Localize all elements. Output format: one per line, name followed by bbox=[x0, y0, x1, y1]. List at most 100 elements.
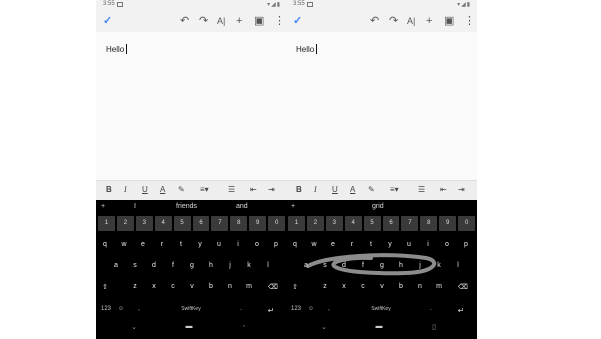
done-check-icon[interactable]: ✓ bbox=[293, 14, 302, 28]
nav-recents-icon[interactable]: ◦ bbox=[239, 323, 249, 330]
more-options-icon[interactable]: ⋮ bbox=[274, 14, 285, 28]
text-format-icon[interactable]: A| bbox=[407, 14, 415, 28]
key-3[interactable]: 3 bbox=[135, 216, 153, 231]
key-6[interactable]: 6 bbox=[192, 216, 210, 231]
key-y[interactable]: y bbox=[195, 241, 205, 248]
symbols-key[interactable]: 123 bbox=[99, 306, 113, 312]
space-bar[interactable]: SwiftKey bbox=[176, 306, 206, 312]
key-u[interactable]: u bbox=[214, 241, 224, 248]
key-z[interactable]: z bbox=[130, 283, 140, 290]
italic-button[interactable]: I bbox=[124, 185, 127, 195]
key-x[interactable]: x bbox=[149, 283, 159, 290]
key-5[interactable]: 5 bbox=[173, 216, 191, 231]
backspace-icon[interactable]: ⌫ bbox=[268, 283, 278, 291]
suggestion-1[interactable]: I bbox=[134, 203, 136, 210]
text-color-button[interactable]: A bbox=[160, 185, 165, 195]
suggestion-2[interactable]: friends bbox=[176, 203, 197, 210]
highlight-icon[interactable]: ✎ bbox=[368, 185, 375, 195]
bold-button[interactable]: B bbox=[106, 185, 112, 195]
backspace-icon[interactable]: ⌫ bbox=[458, 283, 468, 291]
key-n[interactable]: n bbox=[225, 283, 235, 290]
key-t[interactable]: t bbox=[176, 241, 186, 248]
bold-button[interactable]: B bbox=[296, 185, 302, 195]
period-key[interactable]: . bbox=[426, 306, 436, 312]
text-format-icon[interactable]: A| bbox=[217, 14, 225, 28]
redo-icon[interactable]: ↷ bbox=[199, 14, 208, 28]
key-1[interactable]: 1 bbox=[98, 216, 115, 231]
comma-key[interactable]: , bbox=[324, 306, 334, 312]
text-color-button[interactable]: A bbox=[350, 185, 355, 195]
key-j[interactable]: j bbox=[225, 262, 235, 269]
outdent-icon[interactable]: ⇤ bbox=[250, 185, 257, 195]
enter-icon[interactable]: ↵ bbox=[266, 306, 276, 315]
shift-icon[interactable]: ⇧ bbox=[100, 283, 110, 291]
period-key[interactable]: . bbox=[236, 306, 246, 312]
key-x[interactable]: x bbox=[339, 283, 349, 290]
nav-home-pill[interactable]: ▬ bbox=[182, 323, 196, 330]
undo-icon[interactable]: ↶ bbox=[180, 14, 189, 28]
key-z[interactable]: z bbox=[320, 283, 330, 290]
key-h[interactable]: h bbox=[206, 262, 216, 269]
key-g[interactable]: g bbox=[187, 262, 197, 269]
key-a[interactable]: a bbox=[111, 262, 121, 269]
bullet-list-icon[interactable]: ☰ bbox=[418, 185, 425, 195]
nav-back-icon[interactable]: ⌄ bbox=[129, 323, 139, 331]
key-p[interactable]: p bbox=[271, 241, 281, 248]
redo-icon[interactable]: ↷ bbox=[389, 14, 398, 28]
key-e[interactable]: e bbox=[138, 241, 148, 248]
bullet-list-icon[interactable]: ☰ bbox=[228, 185, 235, 195]
key-n[interactable]: n bbox=[415, 283, 425, 290]
key-l[interactable]: l bbox=[263, 262, 273, 269]
document-text[interactable]: Hello bbox=[296, 44, 318, 54]
italic-button[interactable]: I bbox=[314, 185, 317, 195]
shift-icon[interactable]: ⇧ bbox=[290, 283, 300, 291]
insert-icon[interactable]: + bbox=[426, 14, 432, 28]
comment-icon[interactable]: ▣ bbox=[444, 14, 454, 28]
key-c[interactable]: c bbox=[358, 283, 368, 290]
key-9[interactable]: 9 bbox=[249, 216, 267, 231]
comment-icon[interactable]: ▣ bbox=[254, 14, 264, 28]
symbols-key[interactable]: 123 bbox=[289, 306, 303, 312]
outdent-icon[interactable]: ⇤ bbox=[440, 185, 447, 195]
key-o[interactable]: o bbox=[252, 241, 262, 248]
key-0[interactable]: 0 bbox=[268, 216, 286, 231]
key-r[interactable]: r bbox=[157, 241, 167, 248]
more-options-icon[interactable]: ⋮ bbox=[464, 14, 475, 28]
key-f[interactable]: f bbox=[168, 262, 178, 269]
key-q[interactable]: q bbox=[100, 241, 110, 248]
nav-recents-icon[interactable]: ▯ bbox=[429, 323, 439, 331]
key-m[interactable]: m bbox=[434, 283, 444, 290]
comma-key[interactable]: , bbox=[134, 306, 144, 312]
document-body[interactable]: Hello bbox=[96, 32, 287, 180]
key-d[interactable]: d bbox=[149, 262, 159, 269]
key-4[interactable]: 4 bbox=[154, 216, 172, 231]
key-i[interactable]: i bbox=[233, 241, 243, 248]
underline-button[interactable]: U bbox=[332, 185, 338, 195]
key-k[interactable]: k bbox=[244, 262, 254, 269]
highlight-icon[interactable]: ✎ bbox=[178, 185, 185, 195]
align-icon[interactable]: ≡▾ bbox=[390, 185, 399, 195]
document-text[interactable]: Hello bbox=[106, 44, 128, 54]
key-m[interactable]: m bbox=[244, 283, 254, 290]
key-2[interactable]: 2 bbox=[116, 216, 134, 231]
toolbar-expand-icon[interactable]: + bbox=[101, 203, 105, 210]
emoji-icon[interactable]: ☺ bbox=[116, 306, 126, 312]
suggestion-3[interactable]: and bbox=[236, 203, 248, 210]
space-bar[interactable]: SwiftKey bbox=[366, 306, 396, 312]
undo-icon[interactable]: ↶ bbox=[370, 14, 379, 28]
enter-icon[interactable]: ↵ bbox=[456, 306, 466, 315]
underline-button[interactable]: U bbox=[142, 185, 148, 195]
emoji-icon[interactable]: ☺ bbox=[306, 306, 316, 312]
done-check-icon[interactable]: ✓ bbox=[103, 14, 112, 28]
key-b[interactable]: b bbox=[396, 283, 406, 290]
indent-icon[interactable]: ⇥ bbox=[458, 185, 465, 195]
key-b[interactable]: b bbox=[206, 283, 216, 290]
key-s[interactable]: s bbox=[130, 262, 140, 269]
key-w[interactable]: w bbox=[119, 241, 129, 248]
document-body[interactable]: Hello bbox=[286, 32, 477, 180]
indent-icon[interactable]: ⇥ bbox=[268, 185, 275, 195]
nav-back-icon[interactable]: ⌄ bbox=[319, 323, 329, 331]
insert-icon[interactable]: + bbox=[236, 14, 242, 28]
key-8[interactable]: 8 bbox=[230, 216, 248, 231]
key-v[interactable]: v bbox=[187, 283, 197, 290]
